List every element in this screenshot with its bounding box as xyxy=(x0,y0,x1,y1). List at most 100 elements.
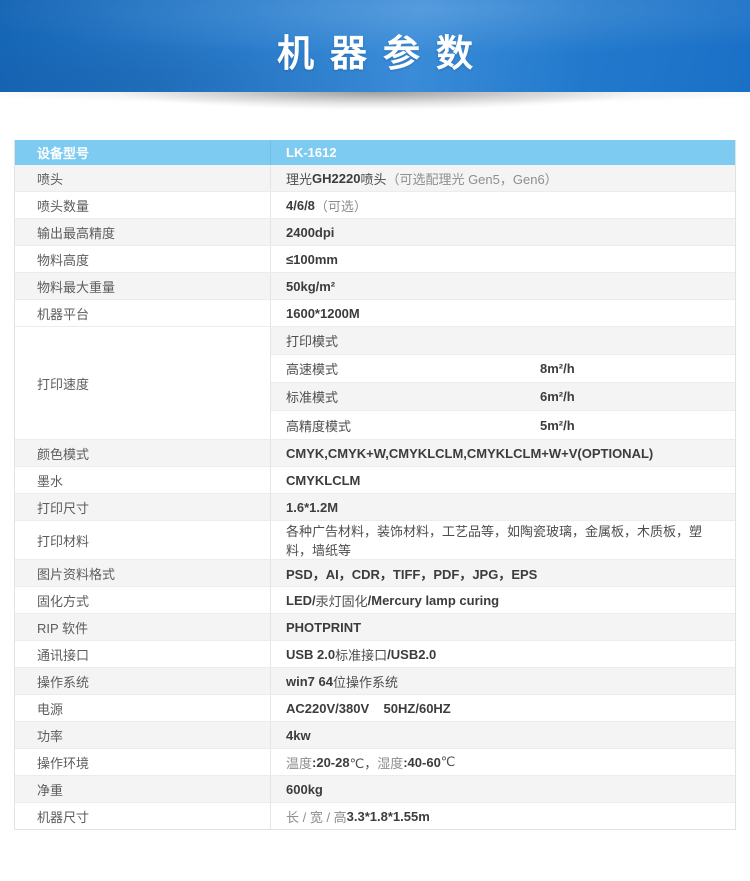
table-row: 操作系统 win7 64 位操作系统 xyxy=(15,668,735,695)
spec-value: AC220V/380V 50HZ/60HZ xyxy=(271,695,735,721)
value-segment: 2400dpi xyxy=(286,224,335,240)
table-row-group: 打印速度 打印模式高速模式 8m²/h 标准模式 6m²/h 高精度模式 5m²/h xyxy=(15,327,735,440)
spec-label: 图片资料格式 xyxy=(15,560,271,586)
value-segment: （可选） xyxy=(314,198,367,214)
value-segment: :40-60 xyxy=(403,754,441,770)
spec-value: win7 64 位操作系统 xyxy=(271,668,735,694)
spec-value: 长 / 宽 / 高 3.3*1.8*1.55m xyxy=(271,803,735,829)
table-header-row: 设备型号 LK-1612 xyxy=(15,140,735,165)
value-segment: 50kg/m² xyxy=(286,278,336,294)
table-row: 固化方式 LED/ 汞灯固化 /Mercury lamp curing xyxy=(15,587,735,614)
value-segment: （可选配理光 Gen5，Gen6） xyxy=(386,171,558,187)
spec-label: 操作系统 xyxy=(15,668,271,694)
spec-label: 墨水 xyxy=(15,467,271,493)
value-segment: USB 2.0 xyxy=(286,646,336,662)
speed-mode-label: 打印模式 xyxy=(286,334,339,349)
spec-label: 打印材料 xyxy=(15,521,271,559)
spec-value: 温度 :20-28 ℃， 湿度 :40-60 ℃ xyxy=(271,749,735,775)
spec-label: 物料高度 xyxy=(15,246,271,272)
spec-label: 固化方式 xyxy=(15,587,271,613)
value-segment: GH2220 xyxy=(312,170,361,186)
spec-value: 4/6/8 （可选） xyxy=(271,192,735,218)
value-segment: win7 64 xyxy=(286,673,333,689)
speed-value: 6m²/h xyxy=(540,389,575,404)
value-segment: 600kg xyxy=(286,781,323,797)
table-row: 打印材料 各种广告材料，装饰材料，工艺品等，如陶瓷玻璃，金属板，木质板，塑料，墙纸… xyxy=(15,521,735,560)
spec-value: 600kg xyxy=(271,776,735,802)
value-segment: AC220V/380V 50HZ/60HZ xyxy=(286,700,451,716)
value-segment: 3.3*1.8*1.55m xyxy=(346,808,430,824)
spec-value: 各种广告材料，装饰材料，工艺品等，如陶瓷玻璃，金属板，木质板，塑料，墙纸等 xyxy=(271,521,735,559)
value-segment: PSD，AI，CDR，TIFF，PDF，JPG，EPS xyxy=(286,566,538,582)
value-segment: 标准接口 xyxy=(335,647,388,663)
spec-label: 净重 xyxy=(15,776,271,802)
table-row: 喷头 理光 GH2220 喷头 （可选配理光 Gen5，Gen6） xyxy=(15,165,735,192)
spec-label: 机器平台 xyxy=(15,300,271,326)
speed-subrow: 标准模式 6m²/h xyxy=(271,383,735,411)
banner: 机器参数 xyxy=(0,0,750,92)
spec-value: 理光 GH2220 喷头 （可选配理光 Gen5，Gen6） xyxy=(271,165,735,191)
value-segment: 4/6/8 xyxy=(286,197,315,213)
spec-label: 打印尺寸 xyxy=(15,494,271,520)
spec-label: 输出最高精度 xyxy=(15,219,271,245)
spec-label: 物料最大重量 xyxy=(15,273,271,299)
spec-label: 功率 xyxy=(15,722,271,748)
value-segment: 4kw xyxy=(286,727,311,743)
table-row: 喷头数量 4/6/8 （可选） xyxy=(15,192,735,219)
speed-mode-label: 标准模式 xyxy=(286,390,339,405)
value-segment: 汞灯固化 xyxy=(315,593,368,609)
speed-subrows: 打印模式高速模式 8m²/h 标准模式 6m²/h 高精度模式 5m²/h xyxy=(271,327,735,439)
spec-value: 2400dpi xyxy=(271,219,735,245)
value-segment: 位操作系统 xyxy=(332,674,398,690)
banner-shadow xyxy=(0,92,750,118)
table-row: 打印尺寸 1.6*1.2M xyxy=(15,494,735,521)
speed-mode-label: 高速模式 xyxy=(286,362,339,377)
spec-label: 打印速度 xyxy=(15,327,271,439)
spec-label: 电源 xyxy=(15,695,271,721)
table-row: 墨水 CMYKLCLM xyxy=(15,467,735,494)
header-label-cell: 设备型号 xyxy=(15,140,271,165)
table-row: 功率 4kw xyxy=(15,722,735,749)
table-row: 操作环境 温度 :20-28 ℃， 湿度 :40-60 ℃ xyxy=(15,749,735,776)
table-row: 通讯接口 USB 2.0 标准接口 /USB2.0 xyxy=(15,641,735,668)
spec-value: USB 2.0 标准接口 /USB2.0 xyxy=(271,641,735,667)
speed-value: 5m²/h xyxy=(540,417,575,433)
table-row: 机器尺寸长 / 宽 / 高 3.3*1.8*1.55m xyxy=(15,803,735,829)
spec-value: 50kg/m² xyxy=(271,273,735,299)
value-segment: 温度 xyxy=(286,755,313,771)
spec-value: 1600*1200M xyxy=(271,300,735,326)
speed-mode-label: 高精度模式 xyxy=(286,418,352,434)
value-segment: 1600*1200M xyxy=(286,305,360,321)
table-row: 颜色模式 CMYK,CMYK+W,CMYKLCLM,CMYKLCLM+W+V(OP… xyxy=(15,440,735,467)
value-segment: CMYKLCLM xyxy=(286,472,361,488)
table-body: 喷头 理光 GH2220 喷头 （可选配理光 Gen5，Gen6） 喷头数量 4/6/8… xyxy=(15,165,735,829)
speed-subrow: 高精度模式 5m²/h xyxy=(271,411,735,439)
value-segment: 喷头 xyxy=(360,171,387,187)
speed-value: 8m²/h xyxy=(540,361,575,376)
table-row: 图片资料格式 PSD，AI，CDR，TIFF，PDF，JPG，EPS xyxy=(15,560,735,587)
table-row: 输出最高精度 2400dpi xyxy=(15,219,735,246)
speed-subrow: 打印模式 xyxy=(271,327,735,355)
spec-label: 通讯接口 xyxy=(15,641,271,667)
value-segment: 湿度 xyxy=(377,755,404,771)
value-segment: /USB2.0 xyxy=(387,646,437,662)
spec-value: CMYKLCLM xyxy=(271,467,735,493)
spec-value: PHOTPRINT xyxy=(271,614,735,640)
spec-label: 喷头数量 xyxy=(15,192,271,218)
speed-subrow: 高速模式 8m²/h xyxy=(271,355,735,383)
table-row: 物料最大重量 50kg/m² xyxy=(15,273,735,300)
spec-value: LED/ 汞灯固化 /Mercury lamp curing xyxy=(271,587,735,613)
page-title: 机器参数 xyxy=(277,33,489,74)
header-value-cell: LK-1612 xyxy=(286,145,337,160)
table-row: 电源 AC220V/380V 50HZ/60HZ xyxy=(15,695,735,722)
spec-value: PSD，AI，CDR，TIFF，PDF，JPG，EPS xyxy=(271,560,735,586)
value-segment: 理光 xyxy=(286,171,313,187)
value-segment: PHOTPRINT xyxy=(286,619,362,635)
value-segment: LED/ xyxy=(286,592,316,608)
spec-value: 4kw xyxy=(271,722,735,748)
spec-label: 机器尺寸 xyxy=(15,803,271,829)
spec-label: 颜色模式 xyxy=(15,440,271,466)
table-row: RIP 软件 PHOTPRINT xyxy=(15,614,735,641)
value-segment: /Mercury lamp curing xyxy=(367,592,500,608)
value-segment: CMYK,CMYK+W,CMYKLCLM,CMYKLCLM+W+V(OPTION… xyxy=(286,445,654,461)
